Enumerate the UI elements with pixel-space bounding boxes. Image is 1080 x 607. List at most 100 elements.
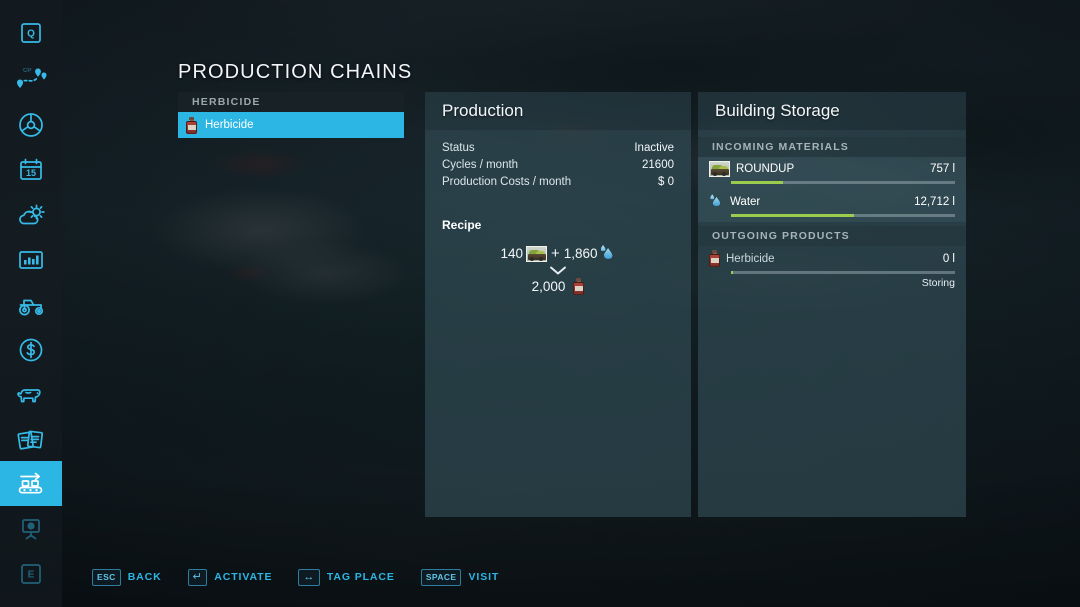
sidebar-item-contracts[interactable] bbox=[0, 417, 62, 462]
sidebar-item-animals[interactable] bbox=[0, 372, 62, 417]
storage-row-status: Storing bbox=[709, 277, 955, 289]
game-menu-screen: Q CP 15 bbox=[0, 0, 1080, 607]
sidebar-item-calendar[interactable]: 15 bbox=[0, 147, 62, 192]
storage-row-top: Herbicide 0 l bbox=[709, 250, 955, 267]
storage-fill-track bbox=[731, 181, 955, 184]
sidebar-item-tractor[interactable] bbox=[0, 282, 62, 327]
key-enter: ↵ bbox=[188, 569, 208, 586]
stat-value: $ 0 bbox=[658, 176, 674, 188]
help-item-activate[interactable]: ↵ ACTIVATE bbox=[188, 569, 273, 586]
help-item-visit[interactable]: SPACE VISIT bbox=[421, 569, 499, 586]
construction-icon bbox=[17, 516, 45, 542]
help-item-tag-place[interactable]: ↔ TAG PLACE bbox=[298, 569, 394, 586]
building-storage-panel: Building Storage INCOMING MATERIALS ROUN… bbox=[698, 92, 966, 517]
contracts-icon bbox=[16, 427, 46, 453]
stat-row-cycles: Cycles / month 21600 bbox=[442, 159, 674, 176]
recipe-heading: Recipe bbox=[442, 218, 674, 232]
key-space: SPACE bbox=[421, 569, 462, 586]
stat-row-costs: Production Costs / month $ 0 bbox=[442, 176, 674, 193]
statistics-icon bbox=[16, 248, 46, 272]
help-label-tag-place: TAG PLACE bbox=[327, 571, 395, 583]
stat-key: Production Costs / month bbox=[442, 176, 571, 188]
production-chain-list: HERBICIDE Herbicide bbox=[178, 92, 404, 138]
sidebar-item-statistics[interactable] bbox=[0, 237, 62, 282]
storage-fill-track bbox=[731, 214, 955, 217]
sidebar-rail: Q CP 15 bbox=[0, 0, 62, 607]
water-drop-icon bbox=[601, 245, 616, 262]
section-label-outgoing: OUTGOING PRODUCTS bbox=[698, 226, 966, 246]
production-chains-icon bbox=[14, 470, 48, 498]
sidebar-item-map-route[interactable]: CP bbox=[0, 57, 62, 102]
map-route-icon: CP bbox=[14, 66, 48, 94]
storage-panel-header: Building Storage bbox=[698, 92, 966, 130]
key-esc: ESC bbox=[92, 569, 121, 586]
roundup-icon bbox=[709, 161, 730, 177]
help-label-back: BACK bbox=[128, 571, 162, 583]
recipe-inputs-row: 140 + 1,860 bbox=[442, 245, 674, 262]
list-item-label: Herbicide bbox=[205, 119, 254, 131]
production-panel: Production Status Inactive Cycles / mont… bbox=[425, 92, 691, 517]
help-label-visit: VISIT bbox=[468, 571, 499, 583]
storage-fill-bar bbox=[731, 181, 783, 184]
storage-row-top: Water 12,712 l bbox=[709, 193, 955, 210]
storage-row-name: Herbicide bbox=[726, 253, 943, 265]
stat-value: 21600 bbox=[642, 159, 674, 171]
recipe-plus-sign: + bbox=[551, 245, 560, 262]
recipe-output-amount: 2,000 bbox=[532, 279, 566, 294]
cow-icon bbox=[15, 383, 47, 407]
help-label-activate: ACTIVATE bbox=[214, 571, 272, 583]
steering-wheel-icon bbox=[17, 111, 45, 139]
weather-icon bbox=[16, 202, 46, 228]
help-bar: ESC BACK ↵ ACTIVATE ↔ TAG PLACE SPACE VI… bbox=[0, 547, 1080, 607]
svg-text:CP: CP bbox=[23, 68, 31, 74]
herbicide-bottle-icon bbox=[573, 278, 584, 295]
section-label-incoming: INCOMING MATERIALS bbox=[698, 137, 966, 157]
production-panel-title: Production bbox=[442, 101, 523, 121]
storage-row-herbicide[interactable]: Herbicide 0 l Storing bbox=[698, 246, 966, 294]
key-left-right: ↔ bbox=[298, 569, 319, 586]
calendar-day-label: 15 bbox=[26, 168, 36, 178]
sidebar-item-construction[interactable] bbox=[0, 506, 62, 551]
stat-row-status: Status Inactive bbox=[442, 142, 674, 159]
storage-row-water[interactable]: Water 12,712 l bbox=[698, 189, 966, 222]
storage-panel-body: INCOMING MATERIALS ROUNDUP 757 l bbox=[698, 130, 966, 517]
recipe-arrow-down bbox=[442, 265, 674, 276]
hotkey-q-icon: Q bbox=[18, 20, 44, 46]
sidebar-item-production-chains[interactable] bbox=[0, 461, 62, 506]
storage-panel-title: Building Storage bbox=[715, 101, 840, 121]
chevron-down-icon bbox=[549, 265, 567, 276]
calendar-icon: 15 bbox=[17, 157, 45, 183]
dollar-circle-icon bbox=[17, 336, 45, 364]
list-item-herbicide[interactable]: Herbicide bbox=[178, 112, 404, 138]
production-panel-header: Production bbox=[425, 92, 691, 130]
storage-row-name: Water bbox=[730, 196, 914, 208]
storage-row-top: ROUNDUP 757 l bbox=[709, 161, 955, 177]
sidebar-item-finances[interactable] bbox=[0, 327, 62, 372]
storage-row-roundup[interactable]: ROUNDUP 757 l bbox=[698, 157, 966, 189]
storage-row-name: ROUNDUP bbox=[736, 163, 930, 175]
stat-value: Inactive bbox=[634, 142, 674, 154]
water-drop-icon bbox=[710, 194, 723, 208]
stat-key: Status bbox=[442, 142, 475, 154]
svg-text:Q: Q bbox=[27, 28, 35, 39]
recipe-input-amount-2: 1,860 bbox=[564, 246, 598, 261]
sidebar-item-vehicles-wheel[interactable] bbox=[0, 102, 62, 147]
tractor-icon bbox=[15, 293, 47, 317]
herbicide-bottle-icon bbox=[186, 117, 197, 134]
recipe-output-row: 2,000 bbox=[442, 278, 674, 295]
storage-fill-bar bbox=[731, 214, 854, 217]
storage-row-amount: 12,712 l bbox=[914, 196, 955, 208]
storage-fill-bar bbox=[731, 271, 733, 274]
herbicide-bottle-icon bbox=[709, 250, 720, 267]
recipe-diagram: 140 + 1,860 2, bbox=[442, 245, 674, 295]
page-title: PRODUCTION CHAINS bbox=[178, 61, 412, 84]
storage-row-amount: 757 l bbox=[930, 163, 955, 175]
roundup-icon bbox=[526, 246, 547, 262]
help-item-back[interactable]: ESC BACK bbox=[92, 569, 162, 586]
sidebar-item-weather[interactable] bbox=[0, 192, 62, 237]
production-panel-body: Status Inactive Cycles / month 21600 Pro… bbox=[425, 130, 691, 517]
sidebar-item-hotkey-q[interactable]: Q bbox=[0, 10, 62, 55]
stat-key: Cycles / month bbox=[442, 159, 518, 171]
storage-fill-track bbox=[731, 271, 955, 274]
list-group-header: HERBICIDE bbox=[178, 92, 404, 112]
